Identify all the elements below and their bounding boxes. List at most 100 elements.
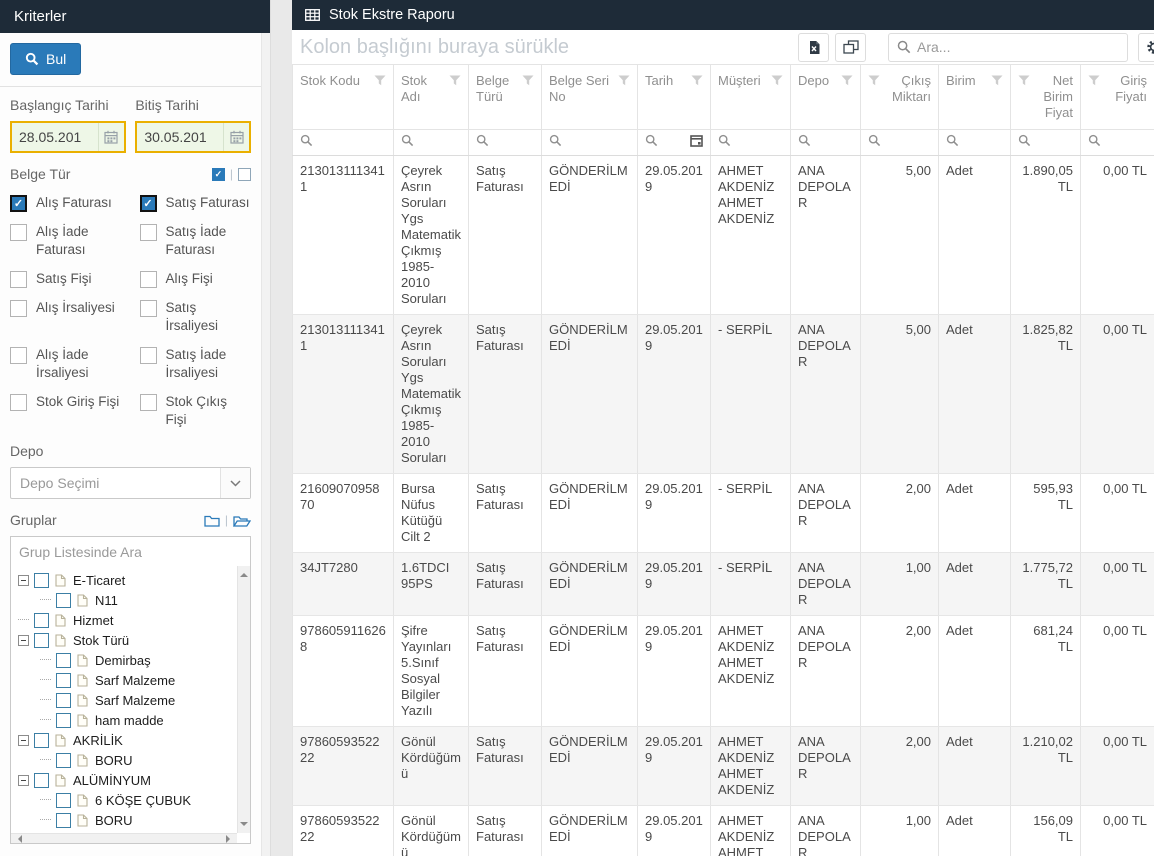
tree-item-label[interactable]: AKRİLİK bbox=[73, 733, 123, 748]
grid-search[interactable] bbox=[888, 33, 1128, 62]
grid-search-input[interactable] bbox=[917, 39, 1119, 55]
doc-type-checkbox-item[interactable]: Satış İade İrsaliyesi bbox=[140, 346, 252, 382]
tree-item-label[interactable]: Demirbaş bbox=[95, 653, 151, 668]
tree-item-label[interactable]: ham madde bbox=[95, 713, 164, 728]
filter-cell-belge-turu[interactable] bbox=[469, 130, 542, 156]
column-header-giris-fiyati[interactable]: Giriş Fiyatı bbox=[1081, 65, 1154, 130]
tree-item-label[interactable]: N11 bbox=[95, 593, 118, 608]
tree-checkbox-icon[interactable] bbox=[56, 793, 71, 808]
column-header-musteri[interactable]: Müşteri bbox=[711, 65, 791, 130]
search-filter-icon[interactable] bbox=[476, 134, 489, 147]
column-header-depo[interactable]: Depo bbox=[791, 65, 861, 130]
tree-item-label[interactable]: Hizmet bbox=[73, 613, 113, 628]
checkbox-icon[interactable] bbox=[140, 394, 157, 411]
tree-item[interactable]: BORU bbox=[11, 810, 237, 830]
table-row[interactable]: 9786059352222Gönül KördüğümüSatış Fatura… bbox=[293, 727, 1154, 806]
column-header-belge-turu[interactable]: Belge Türü bbox=[469, 65, 542, 130]
collapse-all-folder-icon[interactable] bbox=[204, 514, 220, 527]
filter-icon[interactable] bbox=[771, 75, 783, 86]
filter-cell-stok-adi[interactable] bbox=[394, 130, 469, 156]
table-row[interactable]: 2160907095870Bursa Nüfus Kütüğü Cilt 2Sa… bbox=[293, 474, 1154, 553]
filter-icon[interactable] bbox=[522, 75, 534, 86]
tree-item[interactable]: N11 bbox=[11, 590, 237, 610]
filter-icon[interactable] bbox=[841, 75, 853, 86]
filter-icon[interactable] bbox=[868, 75, 880, 86]
tree-checkbox-icon[interactable] bbox=[34, 633, 49, 648]
group-panel-hint[interactable]: Kolon başlığını buraya sürükle bbox=[300, 36, 569, 59]
checkbox-icon[interactable] bbox=[10, 271, 27, 288]
search-filter-icon[interactable] bbox=[401, 134, 414, 147]
settings-button[interactable] bbox=[1138, 33, 1154, 62]
filter-icon[interactable] bbox=[991, 75, 1003, 86]
doc-type-checkbox-item[interactable]: Alış İade Faturası bbox=[10, 223, 122, 259]
filter-icon[interactable] bbox=[618, 75, 630, 86]
column-header-net-birim-fiyat[interactable]: Net Birim Fiyat bbox=[1011, 65, 1081, 130]
tree-checkbox-icon[interactable] bbox=[56, 813, 71, 828]
table-row[interactable]: 34JT72801.6TDCI 95PSSatış FaturasıGÖNDER… bbox=[293, 553, 1154, 616]
search-filter-icon[interactable] bbox=[718, 134, 731, 147]
calendar-icon[interactable] bbox=[223, 123, 249, 151]
filter-icon[interactable] bbox=[691, 75, 703, 86]
depot-select[interactable]: Depo Seçimi bbox=[10, 467, 251, 499]
tree-expander-icon[interactable] bbox=[40, 599, 51, 600]
tree-horizontal-scrollbar[interactable] bbox=[11, 833, 237, 843]
search-filter-icon[interactable] bbox=[1018, 134, 1031, 147]
group-search-input[interactable] bbox=[10, 536, 251, 567]
tree-expander-icon[interactable] bbox=[18, 619, 29, 620]
tree-item[interactable]: Sarf Malzeme bbox=[11, 670, 237, 690]
tree-checkbox-icon[interactable] bbox=[34, 733, 49, 748]
tree-expander-icon[interactable] bbox=[18, 635, 29, 646]
search-filter-icon[interactable] bbox=[300, 134, 313, 147]
filter-cell-birim[interactable] bbox=[939, 130, 1011, 156]
search-filter-icon[interactable] bbox=[946, 134, 959, 147]
tree-checkbox-icon[interactable] bbox=[56, 753, 71, 768]
tree-checkbox-icon[interactable] bbox=[56, 653, 71, 668]
tree-checkbox-icon[interactable] bbox=[56, 593, 71, 608]
tree-item[interactable]: AKRİLİK bbox=[11, 730, 237, 750]
doc-type-checkbox-item[interactable]: Satış Fişi bbox=[10, 270, 122, 288]
tree-expander-icon[interactable] bbox=[40, 799, 51, 800]
tree-item-label[interactable]: Sarf Malzeme bbox=[95, 673, 175, 688]
tree-item-label[interactable]: BORU bbox=[95, 813, 133, 828]
tree-expander-icon[interactable] bbox=[18, 735, 29, 746]
filter-icon[interactable] bbox=[1018, 75, 1030, 86]
tree-expander-icon[interactable] bbox=[40, 699, 51, 700]
checkbox-icon[interactable] bbox=[140, 224, 157, 241]
filter-cell-net-birim-fiyat[interactable] bbox=[1011, 130, 1081, 156]
start-date-field[interactable] bbox=[10, 121, 126, 153]
tree-item[interactable]: BORU bbox=[11, 750, 237, 770]
select-all-icon[interactable] bbox=[212, 168, 225, 181]
tree-item[interactable]: ham madde bbox=[11, 710, 237, 730]
tree-expander-icon[interactable] bbox=[40, 819, 51, 820]
doc-type-checkbox-item[interactable]: Satış Faturası bbox=[140, 194, 252, 212]
chevron-down-icon[interactable] bbox=[220, 468, 250, 498]
doc-type-checkbox-item[interactable]: Satış İrsaliyesi bbox=[140, 299, 252, 335]
column-header-tarih[interactable]: Tarih bbox=[638, 65, 711, 130]
table-row[interactable]: 2130131113411Çeyrek Asrın Soruları Ygs M… bbox=[293, 315, 1154, 474]
doc-type-checkbox-item[interactable]: Alış Faturası bbox=[10, 194, 122, 212]
filter-icon[interactable] bbox=[1088, 75, 1100, 86]
tree-item[interactable]: E-Ticaret bbox=[11, 570, 237, 590]
calendar-filter-icon[interactable] bbox=[690, 134, 703, 147]
tree-expander-icon[interactable] bbox=[40, 719, 51, 720]
tree-expander-icon[interactable] bbox=[40, 759, 51, 760]
tree-expander-icon[interactable] bbox=[40, 659, 51, 660]
tree-checkbox-icon[interactable] bbox=[56, 673, 71, 688]
column-chooser-button[interactable] bbox=[835, 33, 866, 62]
doc-type-checkbox-item[interactable]: Satış İade Faturası bbox=[140, 223, 252, 259]
search-filter-icon[interactable] bbox=[549, 134, 562, 147]
checkbox-icon[interactable] bbox=[10, 195, 27, 212]
calendar-icon[interactable] bbox=[98, 123, 124, 151]
filter-cell-depo[interactable] bbox=[791, 130, 861, 156]
tree-item-label[interactable]: E-Ticaret bbox=[73, 573, 125, 588]
filter-cell-musteri[interactable] bbox=[711, 130, 791, 156]
filter-cell-cikis-miktari[interactable] bbox=[861, 130, 939, 156]
tree-item[interactable]: 6 KÖŞE ÇUBUK bbox=[11, 790, 237, 810]
sidebar-scrollbar[interactable] bbox=[261, 33, 270, 856]
table-row[interactable]: 9786059352222Gönül KördüğümüSatış Fatura… bbox=[293, 806, 1154, 856]
tree-item[interactable]: Sarf Malzeme bbox=[11, 690, 237, 710]
tree-checkbox-icon[interactable] bbox=[56, 693, 71, 708]
start-date-input[interactable] bbox=[12, 129, 98, 145]
tree-expander-icon[interactable] bbox=[18, 775, 29, 786]
end-date-field[interactable] bbox=[135, 121, 251, 153]
